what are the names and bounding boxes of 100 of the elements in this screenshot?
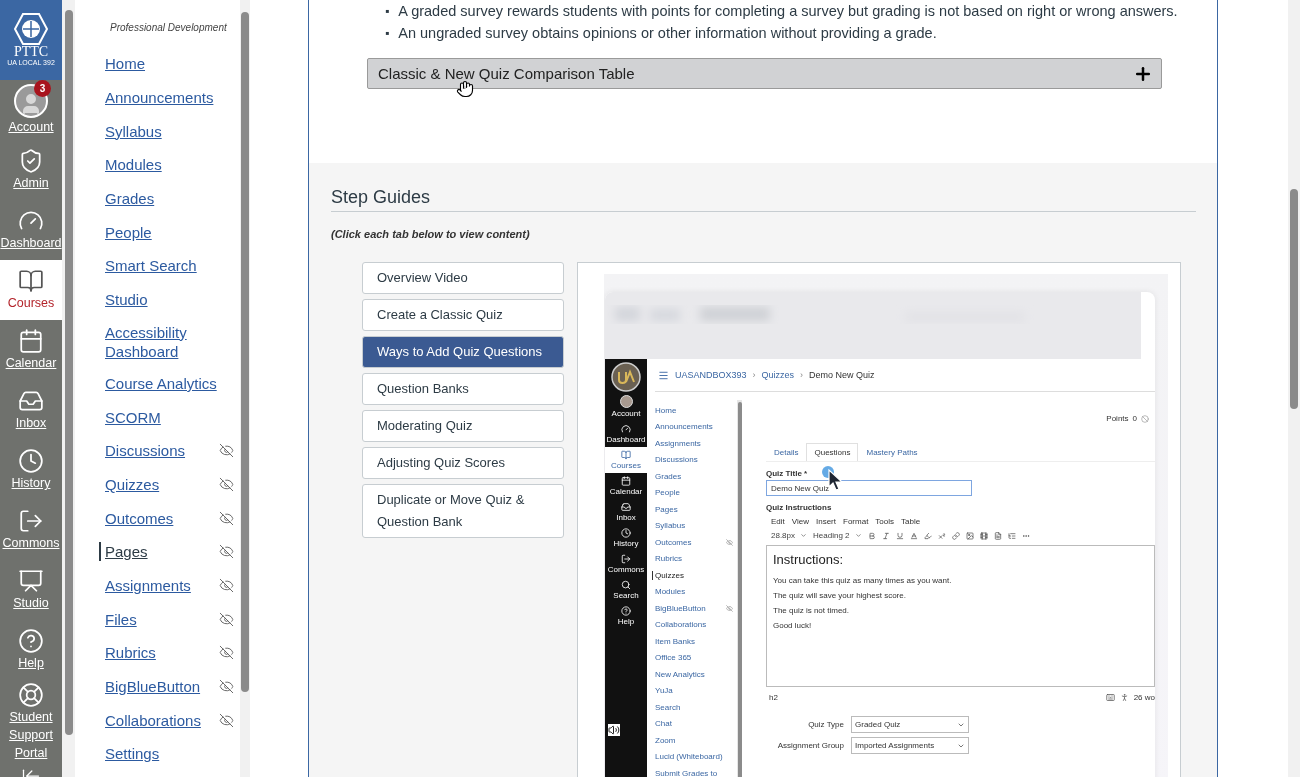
editor-menu-item[interactable]: Edit: [771, 517, 785, 526]
step-tab[interactable]: Question Banks: [362, 373, 564, 405]
toolbar-icon[interactable]: [951, 531, 960, 540]
course-nav-link[interactable]: Announcements: [105, 88, 214, 108]
course-nav-link[interactable]: Home: [105, 54, 145, 74]
select-field[interactable]: Imported Assignments: [851, 737, 969, 754]
speaker-icon[interactable]: [608, 724, 620, 736]
step-tab[interactable]: Moderating Quiz: [362, 410, 564, 442]
mini-nav-item[interactable]: Commons: [605, 551, 647, 577]
course-nav-link[interactable]: Studio: [105, 290, 148, 310]
mini-course-link[interactable]: Outcomes: [655, 537, 692, 547]
mini-course-link[interactable]: Home: [655, 405, 677, 415]
mini-course-link[interactable]: Chat: [655, 719, 672, 729]
keyboard-icon[interactable]: [1105, 693, 1115, 702]
mini-course-link[interactable]: Quizzes: [652, 570, 684, 580]
mini-course-link[interactable]: People: [655, 488, 680, 498]
course-nav-link[interactable]: Quizzes: [105, 474, 160, 494]
global-nav-item[interactable]: Calendar: [0, 320, 62, 380]
course-nav-link[interactable]: Rubrics: [105, 643, 156, 663]
course-nav-link[interactable]: Outcomes: [105, 508, 174, 528]
course-nav-link[interactable]: SCORM: [105, 407, 161, 427]
toolbar-icon[interactable]: [909, 531, 918, 540]
quiz-title-field[interactable]: Demo New Quiz: [766, 480, 972, 496]
course-nav-link[interactable]: Assignments: [105, 575, 191, 595]
global-nav-item[interactable]: Commons: [0, 500, 62, 560]
mini-nav-item[interactable]: Courses: [605, 447, 647, 473]
scrollbar[interactable]: [240, 0, 250, 777]
menu-icon[interactable]: [658, 369, 669, 381]
quiz-tab[interactable]: Mastery Paths: [858, 443, 926, 461]
course-nav-link[interactable]: Settings: [105, 744, 160, 764]
toolbar-icon[interactable]: [867, 531, 876, 540]
editor-menu-item[interactable]: Table: [901, 517, 921, 526]
quiz-tab[interactable]: Questions: [806, 443, 859, 461]
mini-course-link[interactable]: Item Banks: [655, 636, 695, 646]
step-tab[interactable]: Ways to Add Quiz Questions: [362, 336, 564, 368]
mini-course-link[interactable]: Collaborations: [655, 620, 707, 630]
global-nav-item[interactable]: Admin: [0, 140, 62, 200]
scrollbar[interactable]: [62, 0, 75, 777]
mini-course-link[interactable]: Submit Grades to: [655, 768, 718, 777]
font-size-dropdown[interactable]: 28.8px: [771, 531, 808, 540]
course-nav-link[interactable]: BigBlueButton: [105, 677, 201, 697]
step-tab[interactable]: Duplicate or Move Quiz & Question Bank: [362, 484, 564, 538]
course-nav-link[interactable]: Grades: [105, 189, 155, 209]
global-nav-item[interactable]: Inbox: [0, 380, 62, 440]
mini-course-link[interactable]: Rubrics: [655, 554, 683, 564]
editor-menu-item[interactable]: Insert: [816, 517, 836, 526]
course-nav-link[interactable]: Syllabus: [105, 121, 162, 141]
mini-nav-item[interactable]: Search: [605, 577, 647, 603]
toolbar-icon[interactable]: [979, 531, 988, 540]
global-nav-item[interactable]: 3 Account: [0, 80, 62, 140]
editor-menu-item[interactable]: Format: [843, 517, 869, 526]
toolbar-icon[interactable]: [923, 531, 932, 540]
course-nav-link[interactable]: Accessibility Dashboard: [105, 322, 234, 361]
mini-nav-item[interactable]: Dashboard: [605, 421, 647, 447]
global-nav-item[interactable]: Help: [0, 620, 62, 680]
mini-course-link[interactable]: Discussions: [655, 455, 698, 465]
toolbar-icon[interactable]: [965, 531, 974, 540]
course-nav-link[interactable]: Smart Search: [105, 256, 197, 276]
mini-course-link[interactable]: Pages: [655, 504, 678, 514]
course-nav-link[interactable]: Course Analytics: [105, 373, 217, 393]
mini-nav-item[interactable]: Calendar: [605, 473, 647, 499]
mini-course-link[interactable]: Assignments: [655, 438, 701, 448]
editor-menu-item[interactable]: Tools: [875, 517, 895, 526]
course-nav-link[interactable]: Files: [105, 609, 137, 629]
course-nav-link[interactable]: Collaborations: [105, 710, 201, 730]
toolbar-icon[interactable]: [993, 531, 1002, 540]
toolbar-icon[interactable]: [881, 531, 890, 540]
rich-text-editor[interactable]: Instructions: You can take this quiz as many times as you want. The quiz will save your highest score. The quiz is not timed. Good luck!: [766, 545, 1155, 687]
scrollbar[interactable]: [1288, 0, 1300, 777]
toolbar-icon[interactable]: [1007, 531, 1016, 540]
mini-course-link[interactable]: Announcements: [655, 422, 713, 432]
breadcrumb-link[interactable]: UASANDBOX393: [675, 370, 747, 380]
block-format-dropdown[interactable]: Heading 2: [813, 531, 862, 540]
global-nav-item[interactable]: Student Support Portal: [0, 680, 62, 764]
toolbar-icon[interactable]: [895, 531, 904, 540]
step-tab[interactable]: Create a Classic Quiz: [362, 299, 564, 331]
mini-nav-item[interactable]: Account: [605, 392, 647, 421]
select-field[interactable]: Graded Quiz: [851, 716, 969, 733]
breadcrumb-link[interactable]: Quizzes: [761, 370, 795, 380]
editor-menu-item[interactable]: View: [791, 517, 809, 526]
mini-nav-item[interactable]: Inbox: [605, 499, 647, 525]
mini-course-link[interactable]: Lucid (Whiteboard): [655, 752, 723, 762]
step-tab[interactable]: Overview Video: [362, 262, 564, 294]
course-nav-link[interactable]: Discussions: [105, 441, 186, 461]
toolbar-icon[interactable]: [937, 531, 946, 540]
mini-course-link[interactable]: Grades: [655, 471, 682, 481]
mini-nav-item[interactable]: Help: [605, 603, 647, 629]
mini-course-link[interactable]: New Analytics: [655, 669, 705, 679]
mini-nav-item[interactable]: History: [605, 525, 647, 551]
mini-course-link[interactable]: YuJa: [655, 686, 673, 696]
course-nav-link[interactable]: People: [105, 222, 152, 242]
step-tab[interactable]: Adjusting Quiz Scores: [362, 447, 564, 479]
mini-course-link[interactable]: Zoom: [655, 735, 676, 745]
accessibility-icon[interactable]: [1119, 693, 1129, 702]
mini-course-link[interactable]: Modules: [655, 587, 686, 597]
mini-course-link[interactable]: Office 365: [655, 653, 692, 663]
breadcrumb-link[interactable]: Demo New Quiz: [809, 370, 875, 380]
global-nav-item[interactable]: History: [0, 440, 62, 500]
global-nav-item[interactable]: Dashboard: [0, 200, 62, 260]
global-nav-item[interactable]: Courses: [0, 260, 62, 320]
